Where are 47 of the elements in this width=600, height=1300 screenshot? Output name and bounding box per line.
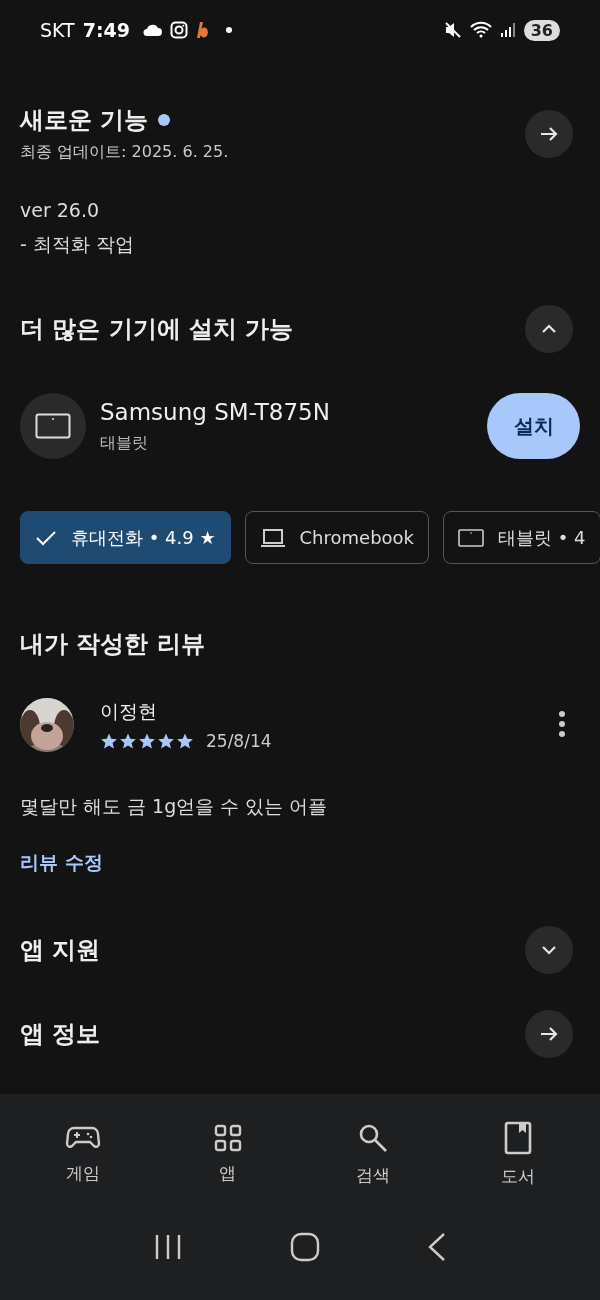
mute-icon xyxy=(443,21,462,39)
battery-level: 36 xyxy=(523,19,560,41)
arrow-button[interactable] xyxy=(525,1010,573,1058)
section-title: 앱 정보 xyxy=(20,1019,101,1050)
release-note: - 최적화 작업 xyxy=(20,232,135,257)
device-filter-chip[interactable]: 휴대전화 • 4.9 ★ xyxy=(20,511,231,564)
cloud-icon xyxy=(141,23,162,37)
section-title: 더 많은 기기에 설치 가능 xyxy=(20,314,294,345)
back-icon[interactable] xyxy=(426,1232,447,1262)
tablet-icon xyxy=(35,413,71,439)
device-type: 태블릿 xyxy=(100,432,149,454)
star-icon xyxy=(119,732,137,750)
review-text: 몇달만 해도 금 1g얻을 수 있는 어플 xyxy=(20,794,329,819)
nav-tab[interactable]: 게임 xyxy=(10,1122,155,1186)
more-vertical-icon xyxy=(558,709,566,738)
laptop-icon xyxy=(259,527,286,548)
device-filter-chip[interactable]: Chromebook xyxy=(244,511,430,564)
update-date: 최종 업데이트: 2025. 6. 25. xyxy=(20,142,229,163)
install-button[interactable]: 설치 xyxy=(487,393,580,459)
nav-tab[interactable]: 도서 xyxy=(445,1119,590,1189)
apps-grid-icon xyxy=(213,1123,242,1152)
camera-icon xyxy=(169,21,188,39)
arrow-button[interactable] xyxy=(525,109,573,158)
device-name: Samsung SM-T875N xyxy=(100,398,331,425)
star-icon xyxy=(176,732,194,750)
star-icon xyxy=(138,732,156,750)
review-date: 25/8/14 xyxy=(206,731,272,751)
nav-tab[interactable]: 검색 xyxy=(300,1120,445,1188)
home-icon[interactable] xyxy=(290,1232,320,1262)
star-icon xyxy=(157,732,175,750)
signal-icon xyxy=(499,22,516,38)
section-title: 앱 지원 xyxy=(20,935,101,966)
book-icon xyxy=(503,1120,532,1155)
section-title: 내가 작성한 리뷰 xyxy=(20,629,205,660)
notification-dot-icon xyxy=(225,27,232,33)
tablet-icon xyxy=(458,527,485,548)
carrier-name: SKT xyxy=(40,19,75,41)
edit-review-link[interactable]: 리뷰 수정 xyxy=(20,850,103,876)
app-icon xyxy=(195,21,210,39)
nav-tab[interactable]: 앱 xyxy=(155,1122,300,1186)
clock-time: 7:49 xyxy=(82,19,130,41)
check-icon xyxy=(35,528,57,547)
star-icon xyxy=(100,732,118,750)
reviewer-name: 이정현 xyxy=(100,699,158,724)
section-title: 새로운 기능 xyxy=(20,105,149,136)
release-note: ver 26.0 xyxy=(20,198,101,223)
wifi-icon xyxy=(469,21,492,39)
